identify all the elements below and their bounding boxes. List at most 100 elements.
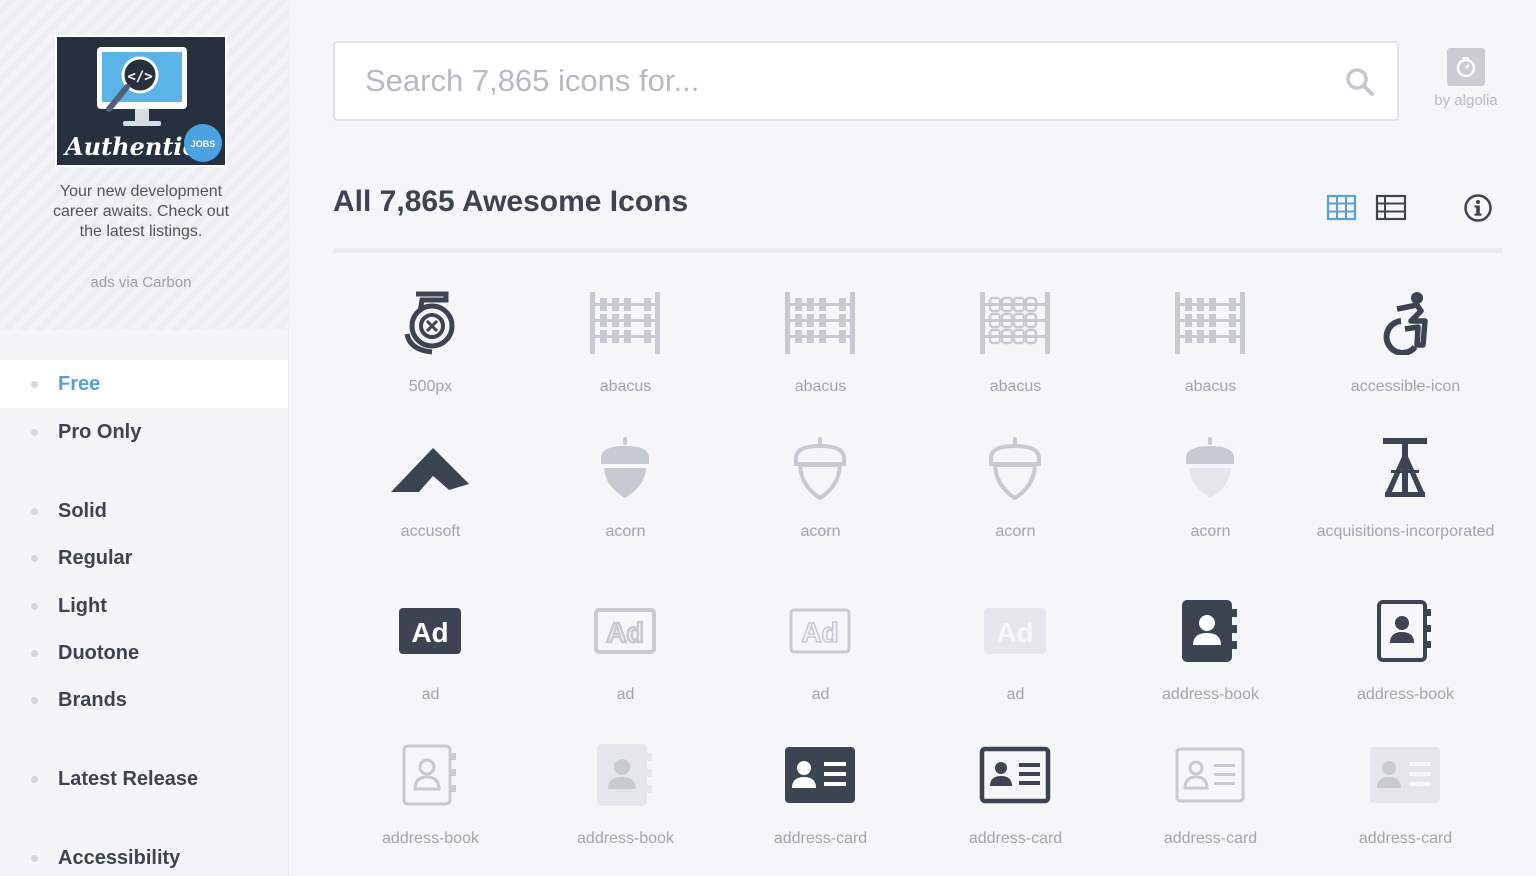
- icon-card-abacus[interactable]: abacus: [723, 278, 918, 418]
- icon-card-address-book[interactable]: address-book: [1113, 586, 1308, 726]
- icon-card-address-book[interactable]: address-book: [528, 730, 723, 870]
- icon-label: address-book: [1162, 686, 1259, 703]
- icon-card-acorn[interactable]: acorn: [918, 423, 1113, 563]
- icon-card-address-card[interactable]: address-card: [1113, 730, 1308, 870]
- ad-text[interactable]: Your new development career awaits. Chec…: [40, 182, 242, 242]
- icon-card-accusoft[interactable]: accusoft: [333, 423, 528, 563]
- ad-icon: Ad: [775, 586, 865, 676]
- grid-view-icon[interactable]: [1326, 192, 1358, 224]
- ad-icon: Ad: [580, 586, 670, 676]
- icon-card-acorn[interactable]: acorn: [528, 423, 723, 563]
- icon-label: acorn: [605, 523, 646, 540]
- nav-item-free[interactable]: Free: [0, 360, 288, 408]
- nav-label: Pro Only: [58, 420, 142, 443]
- icon-label: address-card: [773, 830, 868, 847]
- nav-item-duotone[interactable]: Duotone: [0, 629, 288, 677]
- icon-label: ad: [1006, 686, 1025, 703]
- icon-card-acquisitions-incorporated[interactable]: acquisitions-incorporated: [1308, 423, 1503, 563]
- icon-label: address-book: [382, 830, 479, 847]
- icon-label: address-book: [1357, 686, 1454, 703]
- nav-label: Light: [58, 594, 107, 617]
- icon-label: abacus: [599, 378, 652, 395]
- search-input[interactable]: [365, 59, 1325, 103]
- accusoft-icon: [385, 423, 475, 513]
- icon-label: abacus: [1184, 378, 1237, 395]
- algolia-label: by algolia: [1434, 92, 1498, 109]
- nav-item-light[interactable]: Light: [0, 582, 288, 630]
- icon-card-ad[interactable]: Ad ad: [333, 586, 528, 726]
- sidebar: </> Authentic JOBS Your new development …: [0, 0, 289, 876]
- search-box[interactable]: [333, 41, 1399, 121]
- icon-label: address-card: [1163, 830, 1258, 847]
- nav-bullet: [31, 649, 38, 657]
- icon-card-address-card[interactable]: address-card: [723, 730, 918, 870]
- ad-area: </> Authentic JOBS Your new development …: [0, 0, 289, 330]
- abacus-icon: [775, 278, 865, 368]
- address-book-icon: [1360, 586, 1450, 676]
- svg-text:</>: </>: [127, 69, 152, 85]
- icon-label: address-card: [1358, 830, 1453, 847]
- address-card-icon: [970, 730, 1060, 820]
- icon-label: address-book: [577, 830, 674, 847]
- nav-item-solid[interactable]: Solid: [0, 487, 288, 535]
- address-card-icon: [775, 730, 865, 820]
- nav-item-latest-release[interactable]: Latest Release: [0, 755, 288, 803]
- icon-label: acorn: [995, 523, 1036, 540]
- icon-label: accessible-icon: [1350, 378, 1461, 395]
- ad-logo-text: Authentic: [63, 132, 198, 161]
- ad-icon: Ad: [970, 586, 1060, 676]
- nav-label: Free: [58, 372, 101, 395]
- icon-card-acorn[interactable]: acorn: [1113, 423, 1308, 563]
- nav-bullet: [31, 380, 38, 388]
- icon-card-500px[interactable]: 500px: [333, 278, 528, 418]
- nav-item-regular[interactable]: Regular: [0, 534, 288, 582]
- nav-bullet: [31, 428, 38, 436]
- acquisitions-incorporated-icon: [1360, 423, 1450, 513]
- icon-label: ad: [811, 686, 830, 703]
- icon-label: 500px: [408, 378, 453, 395]
- nav-label: Accessibility: [58, 846, 181, 869]
- nav-label: Solid: [58, 499, 107, 522]
- ad-via-link[interactable]: ads via Carbon: [40, 274, 242, 291]
- search-icon[interactable]: [1345, 67, 1375, 97]
- nav-bullet: [31, 602, 38, 610]
- address-book-icon: [1165, 586, 1255, 676]
- icon-card-abacus[interactable]: abacus: [1113, 278, 1308, 418]
- icon-card-address-book[interactable]: address-book: [333, 730, 528, 870]
- acorn-icon: [580, 423, 670, 513]
- ad-image[interactable]: </> Authentic JOBS: [55, 35, 227, 167]
- nav-label: Brands: [58, 688, 127, 711]
- nav-item-brands[interactable]: Brands: [0, 676, 288, 724]
- nav-bullet: [31, 507, 38, 515]
- icon-card-acorn[interactable]: acorn: [723, 423, 918, 563]
- icon-card-address-book[interactable]: address-book: [1308, 586, 1503, 726]
- icon-card-ad[interactable]: Ad ad: [918, 586, 1113, 726]
- icon-label: abacus: [794, 378, 847, 395]
- svg-text:Ad: Ad: [801, 617, 838, 648]
- icon-card-address-card[interactable]: address-card: [918, 730, 1113, 870]
- icon-card-accessible-icon[interactable]: accessible-icon: [1308, 278, 1503, 418]
- icon-label: accusoft: [400, 523, 461, 540]
- nav-item-accessibility[interactable]: Accessibility: [0, 834, 288, 876]
- icon-card-address-card[interactable]: address-card: [1308, 730, 1503, 870]
- svg-text:Ad: Ad: [411, 617, 448, 648]
- svg-text:Ad: Ad: [996, 617, 1033, 648]
- nav-item-pro-only[interactable]: Pro Only: [0, 408, 288, 456]
- list-view-icon[interactable]: [1375, 192, 1407, 224]
- nav-bullet: [31, 775, 38, 783]
- acorn-icon: [775, 423, 865, 513]
- algolia-link[interactable]: by algolia: [1428, 48, 1504, 109]
- icon-card-ad[interactable]: Ad ad: [723, 586, 918, 726]
- abacus-icon: [580, 278, 670, 368]
- info-icon[interactable]: [1462, 192, 1494, 224]
- icon-card-abacus[interactable]: abacus: [918, 278, 1113, 418]
- 500px-icon: [385, 278, 475, 368]
- icon-card-ad[interactable]: Ad ad: [528, 586, 723, 726]
- icon-card-abacus[interactable]: abacus: [528, 278, 723, 418]
- abacus-icon: [1165, 278, 1255, 368]
- nav-bullet: [31, 554, 38, 562]
- accessible-icon: [1360, 278, 1450, 368]
- divider: [333, 248, 1502, 253]
- address-book-icon: [385, 730, 475, 820]
- icon-label: ad: [616, 686, 635, 703]
